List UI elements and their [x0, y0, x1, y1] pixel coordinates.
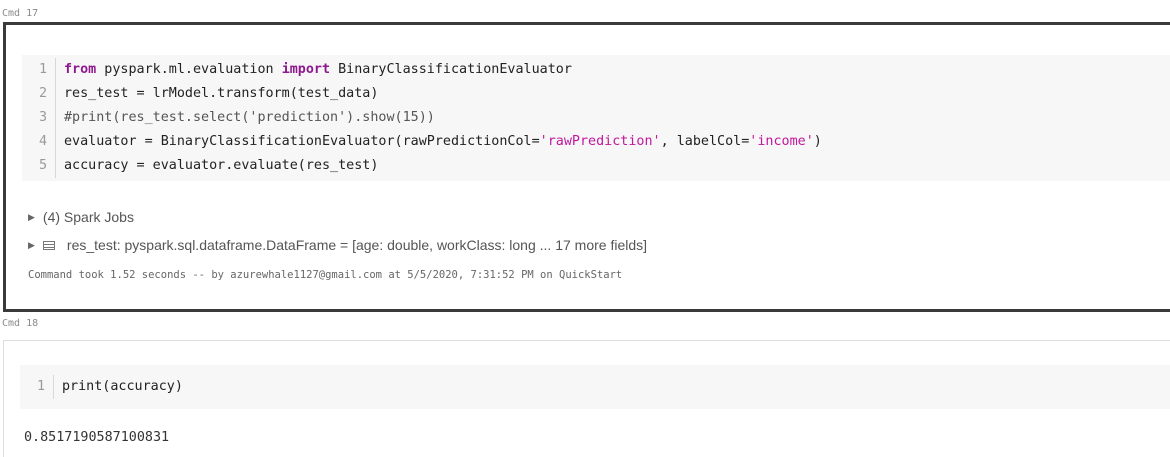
code-line[interactable]: 5 accuracy = evaluator.evaluate(res_test): [22, 154, 1170, 178]
code-text[interactable]: print(accuracy): [54, 375, 183, 399]
code-editor[interactable]: 1 from pyspark.ml.evaluation import Binar…: [22, 55, 1170, 181]
code-token: pyspark.ml.evaluation: [96, 62, 282, 77]
line-number: 2: [22, 82, 56, 106]
expand-triangle-icon[interactable]: ▶: [28, 212, 35, 223]
line-number: 1: [20, 375, 54, 399]
dataframe-schema-toggle[interactable]: ▶ res_test: pyspark.sql.dataframe.DataFr…: [28, 235, 647, 255]
code-editor[interactable]: 1 print(accuracy): [20, 365, 1170, 409]
code-line[interactable]: 1 from pyspark.ml.evaluation import Binar…: [22, 58, 1170, 82]
code-token: accuracy = evaluator.evaluate(res_test): [64, 158, 379, 173]
code-token: print(accuracy): [62, 379, 183, 394]
code-line[interactable]: 4 evaluator = BinaryClassificationEvaluat…: [22, 130, 1170, 154]
code-token: , labelCol=: [660, 134, 750, 149]
code-token: from: [64, 62, 97, 77]
spark-jobs-toggle[interactable]: ▶ (4) Spark Jobs: [28, 207, 134, 227]
line-number: 1: [22, 58, 56, 82]
code-text[interactable]: evaluator = BinaryClassificationEvaluato…: [56, 130, 822, 154]
dataframe-info: res_test: pyspark.sql.dataframe.DataFram…: [66, 237, 648, 253]
notebook-cell-18[interactable]: 1 print(accuracy) 0.8517190587100831: [3, 340, 1170, 457]
expand-triangle-icon[interactable]: ▶: [28, 240, 35, 251]
code-token: res_test = lrModel.transform(test_data): [64, 86, 379, 101]
code-token: #print(res_test.select('prediction').sho…: [64, 110, 435, 125]
spark-jobs-label: (4) Spark Jobs: [42, 209, 134, 225]
table-icon: [42, 240, 55, 250]
code-line[interactable]: 2 res_test = lrModel.transform(test_data): [22, 82, 1170, 106]
code-text[interactable]: from pyspark.ml.evaluation import Binary…: [56, 58, 572, 82]
code-text[interactable]: #print(res_test.select('prediction').sho…: [56, 106, 435, 130]
code-token: import: [281, 62, 331, 77]
command-took-status: Command took 1.52 seconds -- by azurewha…: [28, 269, 623, 281]
line-number: 4: [22, 130, 56, 154]
code-line[interactable]: 1 print(accuracy): [20, 375, 1170, 399]
code-text[interactable]: accuracy = evaluator.evaluate(res_test): [56, 154, 378, 178]
code-token: BinaryClassificationEvaluator: [330, 62, 572, 77]
cell-output: 0.8517190587100831: [24, 430, 170, 445]
notebook-cell-17[interactable]: 1 from pyspark.ml.evaluation import Binar…: [3, 22, 1170, 312]
code-token: ): [813, 134, 822, 149]
code-text[interactable]: res_test = lrModel.transform(test_data): [56, 82, 378, 106]
code-token: evaluator = BinaryClassificationEvaluato…: [64, 134, 540, 149]
code-token: 'income': [749, 134, 814, 149]
line-number: 3: [22, 106, 56, 130]
cmd-18-label: Cmd 18: [2, 318, 39, 329]
line-number: 5: [22, 154, 56, 178]
code-token: 'rawPrediction': [539, 134, 661, 149]
code-line[interactable]: 3 #print(res_test.select('prediction').sh…: [22, 106, 1170, 130]
cmd-17-label: Cmd 17: [2, 8, 39, 19]
